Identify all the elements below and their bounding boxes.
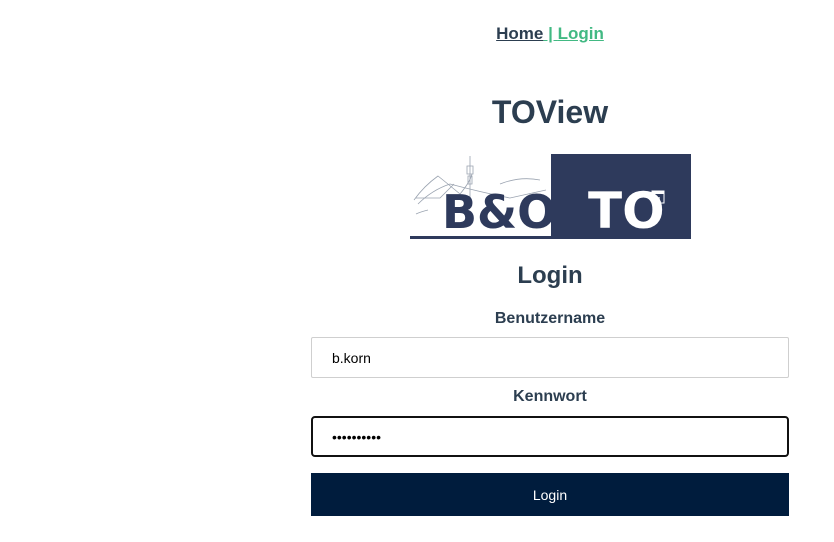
top-nav: Home | Login [0, 24, 834, 44]
username-label: Benutzername [494, 310, 606, 327]
svg-text:31: 31 [654, 197, 662, 204]
login-button[interactable]: Login [311, 473, 789, 516]
app-title: TOView [491, 94, 609, 130]
login-heading: Login [517, 262, 583, 289]
login-form: Benutzername Kennwort Login [311, 308, 789, 516]
nav-home-link[interactable]: Home [496, 24, 543, 43]
password-input[interactable] [311, 416, 789, 457]
nav-separator: | [543, 24, 558, 43]
login-page: Home | Login TOView B&O TO 31 Login Benu… [0, 0, 834, 542]
username-input[interactable] [311, 337, 789, 378]
nav-login-link[interactable]: Login [558, 24, 604, 43]
password-label: Kennwort [513, 388, 587, 405]
logo-left-text: B&O [442, 185, 556, 239]
bo-to-logo: B&O TO 31 [410, 154, 691, 240]
